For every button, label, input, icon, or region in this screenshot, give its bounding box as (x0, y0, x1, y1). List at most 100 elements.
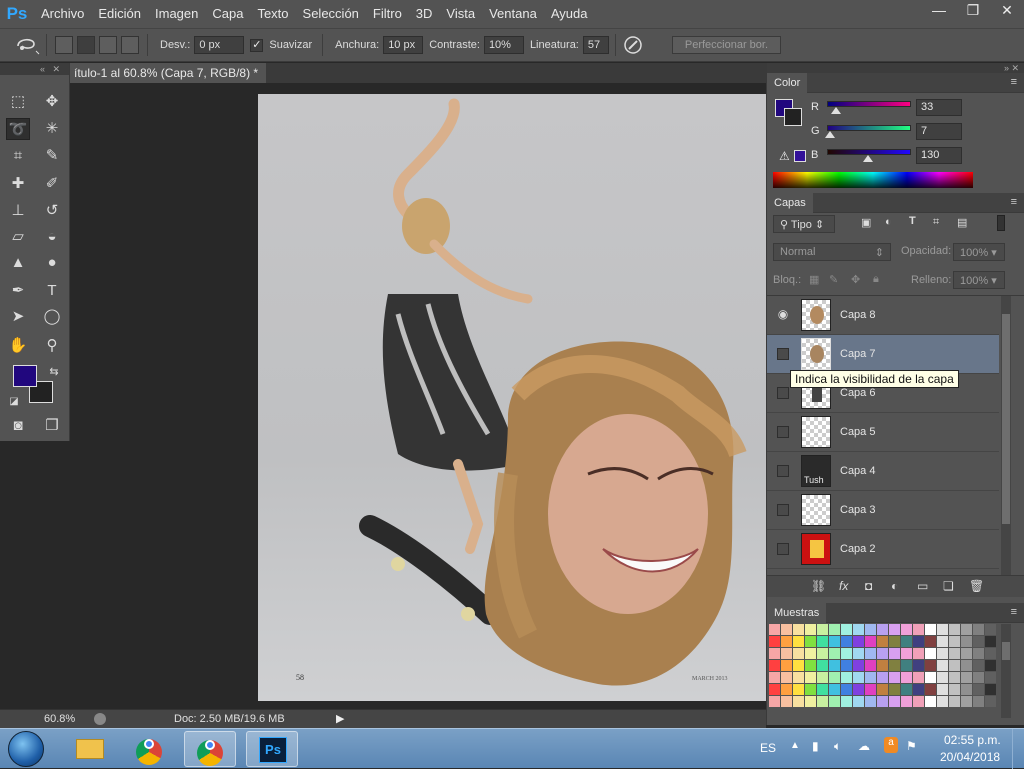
menu-3d[interactable]: 3D (409, 0, 440, 28)
swatch-cell[interactable] (793, 636, 805, 648)
antialias-checkbox[interactable]: ✓ (250, 38, 264, 52)
swatch-cell[interactable] (817, 684, 829, 696)
filter-smart-object-icon[interactable]: ▤ (957, 216, 967, 229)
blur-tool-icon[interactable]: ▲ (6, 252, 30, 274)
filter-adjustment-icon[interactable]: ◐ (885, 216, 892, 228)
swatch-cell[interactable] (985, 648, 997, 660)
swatch-cell[interactable] (901, 624, 913, 636)
marquee-tool-icon[interactable]: ⬚ (6, 91, 30, 113)
tools-panel-header[interactable]: « ✕ (0, 63, 69, 75)
type-tool-icon[interactable]: T (40, 280, 64, 302)
swatch-cell[interactable] (865, 684, 877, 696)
swatch-cell[interactable] (781, 684, 793, 696)
swatch-cell[interactable] (937, 672, 949, 684)
swatch-cell[interactable] (901, 696, 913, 708)
adjustment-layer-icon[interactable]: ◐ (891, 579, 898, 593)
dodge-tool-icon[interactable]: ● (40, 252, 64, 274)
show-hidden-icons-icon[interactable]: ▲ (790, 740, 800, 751)
delete-layer-icon[interactable]: 🗑︎ (969, 579, 984, 593)
menu-texto[interactable]: Texto (250, 0, 295, 28)
swatch-cell[interactable] (769, 672, 781, 684)
swatch-cell[interactable] (973, 624, 985, 636)
magic-wand-tool-icon[interactable]: ✳ (40, 118, 64, 140)
menu-capa[interactable]: Capa (205, 0, 250, 28)
panel-menu-icon[interactable]: ≡ (1011, 606, 1017, 618)
swatch-cell[interactable] (841, 684, 853, 696)
swatch-cell[interactable] (889, 660, 901, 672)
eyedropper-tool-icon[interactable]: ✎ (40, 145, 64, 167)
g-slider[interactable] (827, 125, 911, 131)
clone-stamp-tool-icon[interactable]: ⊥ (6, 200, 30, 222)
filter-type-icon[interactable]: T (909, 215, 916, 227)
swatch-cell[interactable] (865, 696, 877, 708)
swatch-cell[interactable] (973, 684, 985, 696)
menu-ayuda[interactable]: Ayuda (544, 0, 595, 28)
intersect-selection-button[interactable] (121, 36, 139, 54)
fill-input[interactable]: 100% ▾ (953, 271, 1005, 289)
swatch-cell[interactable] (925, 624, 937, 636)
swatch-cell[interactable] (973, 660, 985, 672)
visibility-toggle[interactable] (777, 465, 789, 477)
swatch-cell[interactable] (817, 660, 829, 672)
swatch-cell[interactable] (925, 660, 937, 672)
new-layer-icon[interactable]: ❏ (943, 579, 954, 593)
swatch-cell[interactable] (793, 672, 805, 684)
swatch-cell[interactable] (889, 624, 901, 636)
swatch-cell[interactable] (781, 696, 793, 708)
restore-button[interactable]: ❐ (956, 0, 990, 22)
lock-pixels-icon[interactable]: ✎ (829, 273, 838, 286)
swap-colors-icon[interactable]: ⇆ (42, 361, 66, 383)
swatches-grid[interactable] (769, 624, 997, 708)
close-button[interactable]: ✕ (990, 0, 1024, 22)
swatch-cell[interactable] (937, 648, 949, 660)
swatch-cell[interactable] (877, 696, 889, 708)
swatch-cell[interactable] (889, 648, 901, 660)
gamut-warning-icon[interactable]: ⚠ (779, 149, 790, 163)
tab-color[interactable]: Color (767, 73, 808, 93)
lock-position-icon[interactable]: ✥ (851, 273, 860, 286)
swatch-cell[interactable] (925, 684, 937, 696)
subtract-selection-button[interactable] (99, 36, 117, 54)
swatch-cell[interactable] (841, 636, 853, 648)
swatch-cell[interactable] (985, 636, 997, 648)
swatch-cell[interactable] (769, 636, 781, 648)
swatch-cell[interactable] (805, 672, 817, 684)
swatch-cell[interactable] (865, 636, 877, 648)
swatch-cell[interactable] (805, 660, 817, 672)
swatch-cell[interactable] (949, 636, 961, 648)
swatch-cell[interactable] (949, 696, 961, 708)
canvas-area[interactable]: 58 MARCH 2013 (70, 83, 766, 709)
swatch-cell[interactable] (829, 624, 841, 636)
swatch-cell[interactable] (913, 624, 925, 636)
swatch-cell[interactable] (793, 624, 805, 636)
swatch-cell[interactable] (865, 672, 877, 684)
swatch-cell[interactable] (781, 660, 793, 672)
battery-icon[interactable]: ▮ (812, 739, 819, 753)
menu-archivo[interactable]: Archivo (34, 0, 91, 28)
swatch-cell[interactable] (901, 660, 913, 672)
swatch-cell[interactable] (853, 624, 865, 636)
swatch-cell[interactable] (985, 660, 997, 672)
file-explorer-taskbar-icon[interactable] (64, 731, 116, 767)
swatch-cell[interactable] (817, 636, 829, 648)
layer-name[interactable]: Capa 3 (840, 504, 875, 516)
panel-menu-icon[interactable]: ≡ (1011, 76, 1017, 88)
b-value-input[interactable]: 130 (916, 147, 962, 164)
gamut-swatch[interactable] (794, 150, 806, 162)
menu-vista[interactable]: Vista (439, 0, 482, 28)
hand-tool-icon[interactable]: ✋ (6, 335, 30, 357)
swatch-cell[interactable] (853, 696, 865, 708)
new-selection-button[interactable] (55, 36, 73, 54)
avast-icon[interactable]: a (884, 737, 898, 753)
swatch-cell[interactable] (889, 684, 901, 696)
menu-filtro[interactable]: Filtro (366, 0, 409, 28)
layer-filter-select[interactable]: ⚲ Tipo ⇕ (773, 215, 835, 233)
layers-scrollbar[interactable] (1001, 296, 1011, 575)
swatch-cell[interactable] (805, 624, 817, 636)
swatch-cell[interactable] (877, 672, 889, 684)
layer-row-capa-8[interactable]: ◉ Capa 8 (767, 296, 999, 335)
swatch-cell[interactable] (805, 648, 817, 660)
swatch-cell[interactable] (841, 696, 853, 708)
swatch-cell[interactable] (877, 648, 889, 660)
visibility-toggle[interactable] (777, 426, 789, 438)
